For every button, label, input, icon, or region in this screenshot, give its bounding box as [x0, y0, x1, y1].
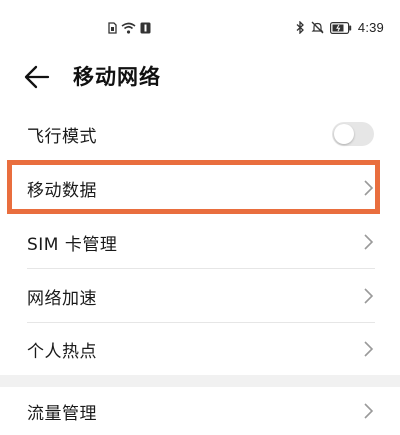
- airplane-mode-row: 飞行模式: [0, 108, 400, 160]
- mute-icon: [311, 21, 324, 34]
- traffic-management-label: 流量管理: [27, 404, 97, 424]
- traffic-management-row[interactable]: 流量管理: [0, 385, 400, 435]
- back-button[interactable]: [24, 64, 56, 90]
- notification-icon: [140, 22, 151, 34]
- toggle-knob: [334, 124, 354, 144]
- status-time: 4:39: [357, 20, 384, 35]
- personal-hotspot-row[interactable]: 个人热点: [0, 323, 400, 375]
- chevron-right-icon: [364, 403, 374, 419]
- sim-card-management-label: SIM 卡管理: [27, 235, 118, 255]
- airplane-mode-label: 飞行模式: [27, 127, 97, 147]
- back-arrow-icon: [24, 65, 50, 89]
- chevron-right-icon: [364, 234, 374, 250]
- status-bar-right: 4:39: [296, 20, 384, 35]
- sim-icon: [108, 22, 117, 34]
- battery-icon: [329, 21, 352, 34]
- mobile-network-settings-page: 4:39 移动网络 飞行模式 移动数据 SIM 卡管理 网络加速 个人热点 流量…: [0, 0, 400, 435]
- wifi-icon: [121, 22, 136, 34]
- header: 移动网络: [0, 56, 400, 98]
- network-acceleration-row[interactable]: 网络加速: [0, 270, 400, 322]
- page-title: 移动网络: [73, 65, 161, 89]
- airplane-mode-toggle[interactable]: [332, 122, 374, 146]
- status-bar-left: [108, 22, 151, 34]
- divider: [27, 268, 375, 269]
- network-acceleration-label: 网络加速: [27, 289, 97, 309]
- chevron-right-icon: [364, 288, 374, 304]
- highlight-annotation-box: [7, 160, 380, 214]
- personal-hotspot-label: 个人热点: [27, 342, 97, 362]
- status-bar: 4:39: [0, 0, 400, 56]
- chevron-right-icon: [364, 341, 374, 357]
- sim-card-management-row[interactable]: SIM 卡管理: [0, 216, 400, 268]
- bluetooth-icon: [296, 21, 304, 34]
